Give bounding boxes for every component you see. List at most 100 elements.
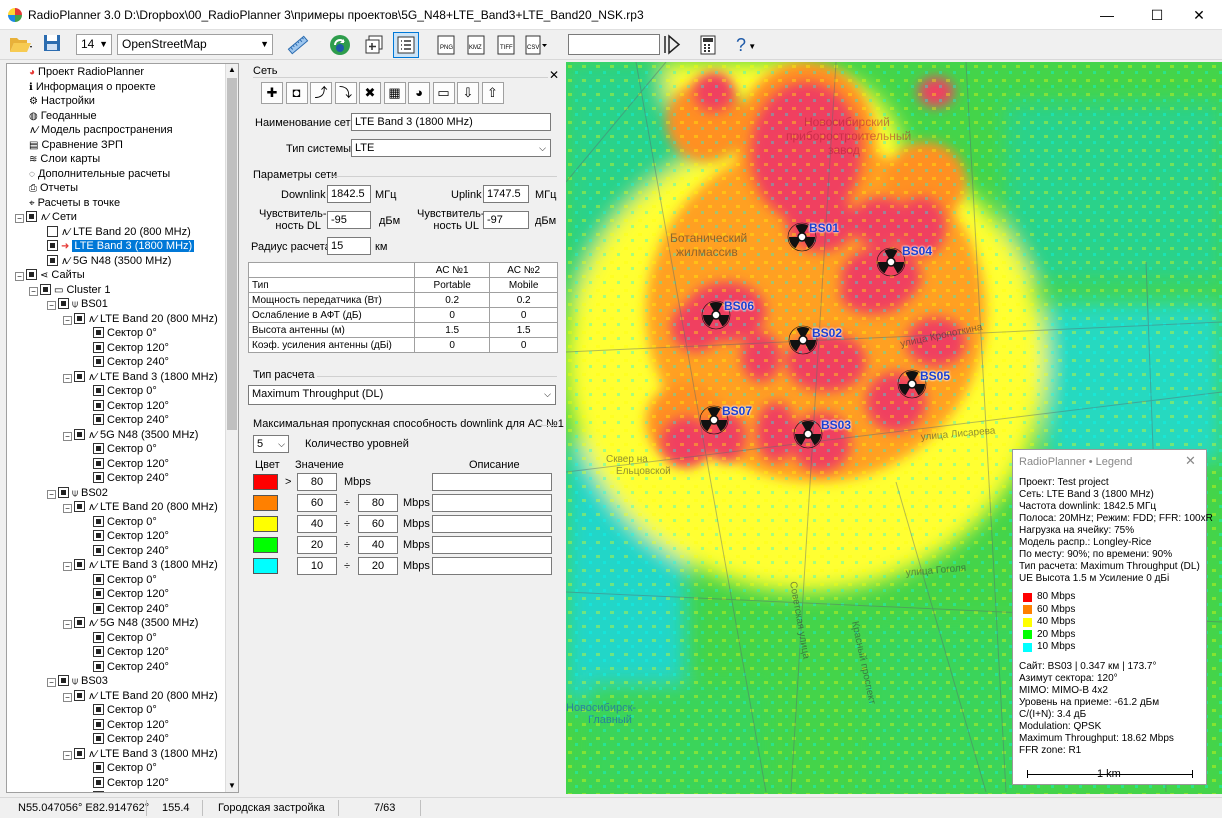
- threshold-to-input[interactable]: 60: [358, 515, 398, 533]
- stop-icon[interactable]: ◘: [285, 82, 308, 104]
- tree-checkbox[interactable]: [93, 457, 104, 469]
- maximize-button[interactable]: ☐: [1134, 0, 1180, 30]
- collapse-icon[interactable]: −: [63, 315, 72, 325]
- table-cell[interactable]: 0.2: [413, 292, 491, 308]
- tree-item[interactable]: ⚙ Настройки: [29, 94, 95, 109]
- tree-item[interactable]: Сектор 240°: [93, 732, 169, 747]
- tree-item[interactable]: Сектор 0°: [93, 326, 157, 341]
- tree-item[interactable]: Сектор 0°: [93, 442, 157, 457]
- tree-checkbox[interactable]: [74, 617, 85, 628]
- save-button[interactable]: [40, 33, 64, 57]
- collapse-icon[interactable]: −: [63, 504, 72, 513]
- tree-item[interactable]: Сектор 120°: [93, 341, 169, 356]
- tree-item[interactable]: ▤ Сравнение ЗРП: [29, 138, 123, 153]
- list-view-button[interactable]: [393, 32, 419, 58]
- collapse-icon[interactable]: −: [47, 678, 56, 687]
- tree-item[interactable]: − ⍦ BS03: [47, 674, 108, 689]
- tree-checkbox[interactable]: [93, 704, 104, 715]
- tree-item[interactable]: ∧∕ 5G N48 (3500 MHz): [47, 254, 171, 269]
- tree-item[interactable]: Сектор 240°: [93, 602, 169, 617]
- tree-checkbox[interactable]: [74, 428, 85, 440]
- export-tiff-button[interactable]: TIFF: [496, 35, 516, 55]
- tree-item[interactable]: Сектор 120°: [93, 587, 169, 602]
- tree-checkbox[interactable]: [93, 602, 104, 614]
- tree-item[interactable]: Сектор 0°: [93, 631, 157, 646]
- tree-checkbox[interactable]: [26, 269, 37, 280]
- tree-checkbox[interactable]: [93, 646, 104, 657]
- tree-item[interactable]: ≋ Слои карты: [29, 152, 100, 167]
- table-cell[interactable]: 1.5: [413, 322, 491, 338]
- tree-checkbox[interactable]: [47, 240, 58, 251]
- table-cell[interactable]: 0: [489, 307, 558, 323]
- tree-item[interactable]: Сектор 0°: [93, 384, 157, 399]
- threshold-desc-input[interactable]: [432, 515, 552, 533]
- levels-select[interactable]: 5 ⌵: [253, 435, 289, 453]
- threshold-color-swatch[interactable]: [253, 474, 278, 490]
- tree-item[interactable]: − ∧∕ LTE Band 20 (800 MHz): [63, 689, 218, 704]
- tree-checkbox[interactable]: [47, 225, 58, 237]
- sens-ul-input[interactable]: -97: [483, 211, 529, 229]
- table-icon[interactable]: ▦: [383, 82, 406, 104]
- table-cell[interactable]: 0.2: [489, 292, 558, 308]
- tree-checkbox[interactable]: [74, 559, 85, 570]
- tree-item[interactable]: Сектор 240°: [93, 355, 169, 370]
- import-icon[interactable]: ⤴: [310, 82, 332, 104]
- tree-item[interactable]: − ▭ Cluster 1: [29, 283, 110, 298]
- export-png-button[interactable]: PNG: [436, 35, 456, 55]
- tree-checkbox[interactable]: [93, 776, 104, 788]
- tree-checkbox[interactable]: [93, 660, 104, 672]
- bs-label-bs05[interactable]: BS05: [920, 369, 950, 383]
- tree-item[interactable]: Сектор 120°: [93, 399, 169, 414]
- tree-item[interactable]: Сектор 120°: [93, 718, 169, 733]
- collapse-icon[interactable]: −: [63, 562, 72, 571]
- table-cell[interactable]: Portable: [413, 277, 491, 293]
- collapse-icon[interactable]: −: [15, 214, 24, 223]
- tree-item[interactable]: ◍ Геоданные: [29, 109, 97, 124]
- kmz-icon[interactable]: ▭: [432, 82, 455, 104]
- tree-item[interactable]: ∧∕ LTE Band 20 (800 MHz): [47, 225, 191, 240]
- tree-checkbox[interactable]: [93, 515, 104, 527]
- threshold-to-input[interactable]: 80: [358, 494, 398, 512]
- ruler-button[interactable]: [286, 34, 310, 56]
- collapse-icon[interactable]: −: [63, 373, 72, 383]
- tree-checkbox[interactable]: [93, 631, 104, 643]
- collapse-icon[interactable]: −: [63, 620, 72, 629]
- tree-checkbox[interactable]: [93, 573, 104, 585]
- tree-checkbox[interactable]: [93, 733, 104, 744]
- tree-checkbox[interactable]: [93, 544, 104, 556]
- tree-checkbox[interactable]: [26, 211, 37, 222]
- bs-label-bs06[interactable]: BS06: [724, 299, 754, 313]
- threshold-desc-input[interactable]: [432, 536, 552, 554]
- tree-item[interactable]: − ∧∕ 5G N48 (3500 MHz): [63, 428, 198, 443]
- tree-checkbox[interactable]: [93, 356, 104, 367]
- tree-checkbox[interactable]: [93, 588, 104, 599]
- tree-item[interactable]: ◌ Дополнительные расчеты: [29, 167, 170, 182]
- tree-item[interactable]: Сектор 240°: [93, 544, 169, 559]
- tree-item[interactable]: − ∧∕ LTE Band 20 (800 MHz): [63, 312, 218, 327]
- tree-item[interactable]: − ∧∕ Сети: [15, 210, 77, 225]
- tree-checkbox[interactable]: [93, 718, 104, 730]
- close-button[interactable]: ✕: [1176, 0, 1222, 30]
- calculator-icon[interactable]: [698, 34, 718, 56]
- table-cell[interactable]: 0: [413, 307, 491, 323]
- tree-item[interactable]: Сектор 240°: [93, 471, 169, 486]
- tree-item[interactable]: ⎙ Отчеты: [29, 181, 78, 196]
- tree-item[interactable]: − ∧∕ 5G N48 (3500 MHz): [63, 616, 198, 631]
- tree-item[interactable]: Сектор 240°: [93, 660, 169, 675]
- threshold-from-input[interactable]: 80: [297, 473, 337, 491]
- tree-checkbox[interactable]: [47, 254, 58, 266]
- tree-item[interactable]: Сектор 120°: [93, 776, 169, 791]
- tree-item[interactable]: − ∧∕ LTE Band 3 (1800 MHz): [63, 558, 218, 573]
- collapse-icon[interactable]: −: [63, 431, 72, 441]
- calc-type-select[interactable]: Maximum Throughput (DL) ⌵: [248, 385, 556, 405]
- network-name-input[interactable]: LTE Band 3 (1800 MHz): [351, 113, 551, 131]
- collapse-icon[interactable]: −: [47, 301, 56, 310]
- tree-checkbox[interactable]: [93, 414, 104, 425]
- tree-checkbox[interactable]: [93, 791, 104, 792]
- collapse-icon[interactable]: −: [47, 489, 56, 499]
- threshold-to-input[interactable]: 20: [358, 557, 398, 575]
- tree-checkbox[interactable]: [93, 399, 104, 411]
- colors-icon[interactable]: ◕: [408, 82, 430, 104]
- threshold-color-swatch[interactable]: [253, 558, 278, 574]
- tree-item[interactable]: Сектор 0°: [93, 573, 157, 588]
